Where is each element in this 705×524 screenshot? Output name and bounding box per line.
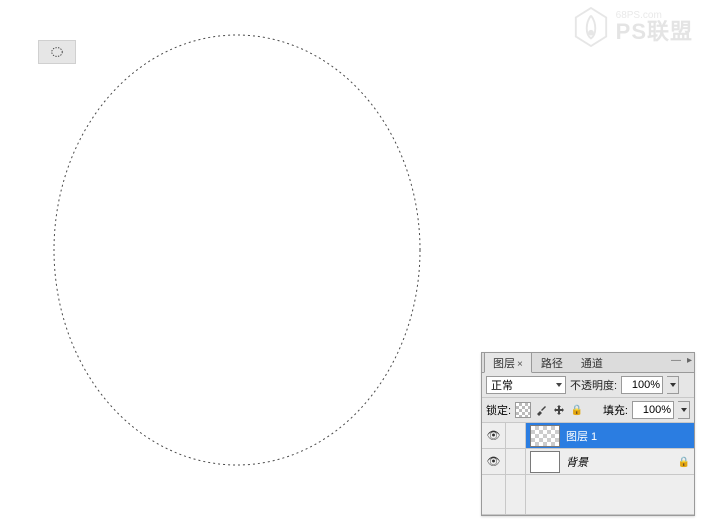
tab-channels[interactable]: 通道 bbox=[572, 352, 612, 373]
lock-pixels-button[interactable] bbox=[533, 402, 549, 418]
link-cell[interactable] bbox=[506, 449, 526, 474]
watermark: 68PS.com PS联盟 bbox=[572, 6, 693, 48]
lock-transparency-button[interactable] bbox=[515, 402, 531, 418]
eye-icon bbox=[487, 429, 501, 442]
lock-all-button[interactable] bbox=[569, 402, 585, 418]
layers-panel: 图层× 路径 通道 — ▸ 不透明度: 100% 锁定: bbox=[481, 352, 695, 516]
brush-icon bbox=[535, 404, 547, 416]
blend-opacity-row: 不透明度: 100% bbox=[482, 373, 694, 398]
tab-channels-label: 通道 bbox=[581, 358, 603, 370]
layer-list: 图层 1 背景 bbox=[482, 423, 694, 515]
lock-label: 锁定: bbox=[486, 402, 511, 418]
panel-tabs: 图层× 路径 通道 — ▸ bbox=[482, 353, 694, 373]
layer-thumbnail[interactable] bbox=[530, 451, 560, 473]
blend-mode-select[interactable] bbox=[486, 376, 566, 394]
watermark-brand: PS联盟 bbox=[616, 21, 693, 43]
tab-layers[interactable]: 图层× bbox=[484, 352, 532, 373]
tab-paths[interactable]: 路径 bbox=[532, 352, 572, 373]
fill-input[interactable]: 100% bbox=[632, 401, 674, 419]
opacity-flyout-button[interactable] bbox=[667, 376, 679, 394]
move-icon bbox=[553, 404, 565, 416]
panel-minimize-icon[interactable]: — bbox=[671, 355, 681, 366]
layer-thumbnail[interactable] bbox=[530, 425, 560, 447]
lock-fill-row: 锁定: 填充: 100% bbox=[482, 398, 694, 423]
eye-icon bbox=[487, 455, 501, 468]
lock-position-button[interactable] bbox=[551, 402, 567, 418]
opacity-input[interactable]: 100% bbox=[621, 376, 663, 394]
layer-list-empty-area[interactable] bbox=[482, 475, 694, 515]
watermark-logo-icon bbox=[572, 6, 610, 48]
layer-item-background[interactable]: 背景 bbox=[482, 449, 694, 475]
lock-icon bbox=[678, 456, 690, 468]
fill-flyout-button[interactable] bbox=[678, 401, 690, 419]
canvas-area[interactable]: 68PS.com PS联盟 图层× 路径 通道 — ▸ 不透明度: bbox=[0, 0, 705, 524]
layer-name[interactable]: 图层 1 bbox=[564, 428, 674, 444]
tab-close-icon: × bbox=[517, 359, 523, 370]
link-cell[interactable] bbox=[506, 423, 526, 448]
lock-icon bbox=[569, 402, 585, 418]
fill-label: 填充: bbox=[603, 402, 628, 418]
visibility-toggle[interactable] bbox=[482, 423, 506, 448]
opacity-label: 不透明度: bbox=[570, 377, 617, 393]
tab-paths-label: 路径 bbox=[541, 358, 563, 370]
layer-lock-indicator bbox=[674, 456, 694, 468]
layer-item-layer1[interactable]: 图层 1 bbox=[482, 423, 694, 449]
panel-menu-icon[interactable]: ▸ bbox=[687, 355, 692, 366]
blend-mode-select-wrap[interactable] bbox=[486, 376, 566, 394]
layer-name[interactable]: 背景 bbox=[564, 454, 674, 470]
selection-marquee[interactable] bbox=[45, 25, 430, 475]
tab-layers-label: 图层 bbox=[493, 358, 515, 370]
checker-icon bbox=[515, 402, 531, 418]
visibility-toggle[interactable] bbox=[482, 449, 506, 474]
